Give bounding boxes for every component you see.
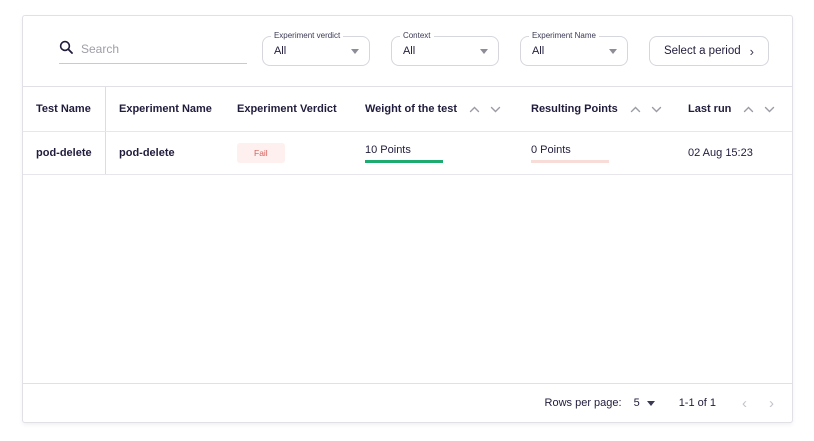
next-page-button[interactable]: › (769, 396, 774, 411)
column-header-experiment-verdict: Experiment Verdict (224, 103, 352, 115)
pagination-range: 1-1 of 1 (679, 397, 716, 409)
experiment-name-select[interactable]: Experiment Name All (520, 36, 628, 66)
rows-per-page-value: 5 (634, 397, 640, 409)
context-value: All (403, 45, 415, 57)
column-label: Weight of the test (365, 103, 457, 115)
sort-asc-icon[interactable] (743, 106, 754, 113)
test-name-value: pod-delete (36, 147, 92, 159)
sort-asc-icon[interactable] (630, 106, 641, 113)
verdict-badge: Fail (237, 143, 285, 163)
search-field[interactable] (59, 38, 247, 64)
sort-controls (743, 106, 775, 113)
experiment-verdict-select[interactable]: Experiment verdict All (262, 36, 370, 66)
column-label: Experiment Name (119, 103, 212, 115)
cell-last-run: 02 Aug 15:23 (675, 147, 792, 159)
cell-test-name: pod-delete (23, 132, 106, 174)
chevron-right-icon: › (750, 45, 754, 58)
caret-down-icon (609, 49, 617, 54)
last-run-value: 02 Aug 15:23 (688, 147, 753, 159)
search-input[interactable] (81, 42, 247, 56)
cell-weight: 10 Points (352, 144, 518, 163)
resulting-points-value: 0 Points (531, 144, 609, 163)
table-header-row: Test Name Experiment Name Experiment Ver… (23, 87, 792, 132)
column-label: Test Name (36, 103, 91, 115)
previous-page-button[interactable]: ‹ (742, 396, 747, 411)
sort-desc-icon[interactable] (651, 106, 662, 113)
experiment-verdict-value: All (274, 45, 286, 57)
experiment-name-value: pod-delete (119, 147, 175, 159)
experiment-name-label: Experiment Name (529, 31, 599, 41)
column-header-resulting-points: Resulting Points (518, 103, 675, 115)
column-label: Experiment Verdict (237, 103, 337, 115)
select-period-button[interactable]: Select a period › (649, 36, 769, 66)
sort-asc-icon[interactable] (469, 106, 480, 113)
cell-verdict: Fail (224, 143, 352, 163)
column-header-experiment-name: Experiment Name (106, 103, 224, 115)
table-empty-area (23, 175, 792, 383)
experiments-table-card: Experiment verdict All Context All Exper… (22, 15, 793, 423)
column-header-test-name: Test Name (23, 87, 106, 131)
column-header-last-run: Last run (675, 103, 792, 115)
rows-per-page-select[interactable]: 5 (634, 397, 655, 409)
rows-per-page-label: Rows per page: (545, 397, 622, 409)
experiment-verdict-label: Experiment verdict (271, 31, 343, 41)
context-label: Context (400, 31, 434, 41)
column-label: Last run (688, 103, 731, 115)
filter-toolbar: Experiment verdict All Context All Exper… (23, 16, 792, 87)
caret-down-icon (351, 49, 359, 54)
sort-controls (469, 106, 501, 113)
cell-experiment-name: pod-delete (106, 147, 224, 159)
weight-value: 10 Points (365, 144, 443, 163)
caret-down-icon (647, 401, 655, 406)
cell-resulting-points: 0 Points (518, 144, 675, 163)
context-select[interactable]: Context All (391, 36, 499, 66)
experiment-name-value: All (532, 45, 544, 57)
sort-desc-icon[interactable] (490, 106, 501, 113)
filter-group: Experiment verdict All Context All Exper… (262, 36, 769, 66)
table-pagination-footer: Rows per page: 5 1-1 of 1 ‹ › (23, 383, 792, 422)
table-row[interactable]: pod-delete pod-delete Fail 10 Points 0 P… (23, 132, 792, 175)
caret-down-icon (480, 49, 488, 54)
select-period-label: Select a period (664, 45, 741, 57)
column-header-weight: Weight of the test (352, 103, 518, 115)
sort-desc-icon[interactable] (764, 106, 775, 113)
sort-controls (630, 106, 662, 113)
search-icon (59, 40, 73, 59)
column-label: Resulting Points (531, 103, 618, 115)
